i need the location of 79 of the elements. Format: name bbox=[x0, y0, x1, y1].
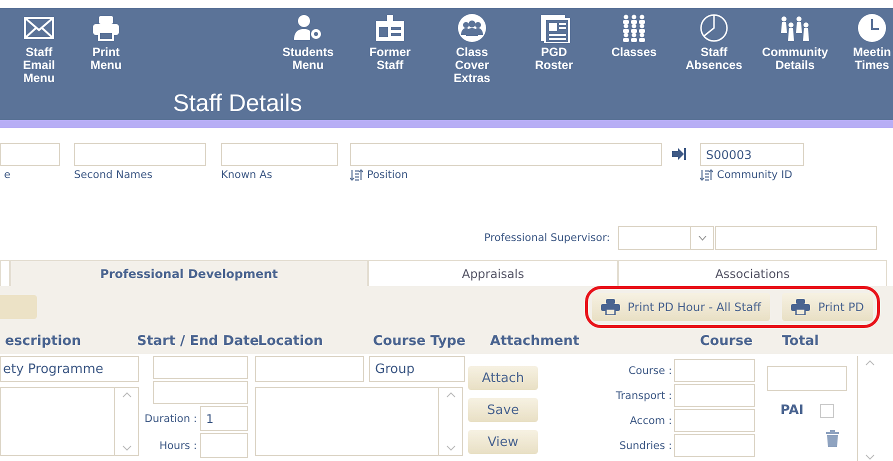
action-button[interactable]: Attach bbox=[468, 366, 538, 390]
date-field[interactable] bbox=[153, 356, 248, 379]
text-field[interactable]: S00003 bbox=[700, 143, 804, 166]
group-icon bbox=[455, 13, 489, 43]
text-field[interactable] bbox=[0, 143, 60, 166]
toolbar-button[interactable] bbox=[0, 295, 37, 319]
description-field[interactable]: ety Programme bbox=[0, 356, 139, 382]
course-type-field[interactable]: Group bbox=[369, 356, 465, 382]
nav-item[interactable]: Class Cover Extras bbox=[441, 8, 503, 85]
scroll-down-icon[interactable] bbox=[446, 445, 456, 451]
caret-icon bbox=[698, 236, 706, 240]
column-header: Course bbox=[699, 333, 754, 349]
cost-field[interactable] bbox=[674, 384, 755, 407]
nav-item[interactable]: Former Staff bbox=[359, 8, 421, 85]
nav-item[interactable]: Students Menu bbox=[277, 8, 339, 85]
page-title: Staff Details bbox=[173, 90, 302, 118]
field-label: Second Names bbox=[74, 169, 152, 181]
column-header: Course Type bbox=[373, 333, 467, 349]
field-label: e bbox=[4, 169, 10, 181]
cost-field[interactable] bbox=[674, 359, 755, 382]
nav-item[interactable]: Classes bbox=[603, 8, 665, 85]
printer-icon bbox=[791, 299, 810, 315]
scroll-up-icon[interactable] bbox=[446, 392, 456, 398]
text-field[interactable] bbox=[715, 226, 877, 250]
scroll-up-icon[interactable] bbox=[122, 392, 132, 398]
column-header: Location bbox=[258, 333, 324, 349]
field-label: Known As bbox=[221, 169, 272, 181]
field-label: Course : bbox=[627, 364, 672, 376]
field-label: Community ID bbox=[717, 169, 792, 181]
arrow-right-icon[interactable] bbox=[672, 148, 686, 160]
field-label: Sundries : bbox=[618, 440, 672, 452]
text-field[interactable] bbox=[74, 143, 206, 166]
scroll-down-icon[interactable] bbox=[122, 445, 132, 451]
total-field[interactable] bbox=[767, 366, 847, 391]
nav-item[interactable]: Staff Absences bbox=[683, 8, 745, 85]
text-field[interactable] bbox=[221, 143, 338, 166]
text-area[interactable] bbox=[0, 387, 139, 456]
date-field[interactable] bbox=[153, 381, 248, 404]
field-label: Position bbox=[367, 169, 408, 181]
field-label: Hours : bbox=[159, 440, 197, 452]
tab[interactable]: Professional Development bbox=[10, 260, 368, 286]
text-field[interactable] bbox=[350, 143, 662, 166]
cost-field[interactable] bbox=[674, 409, 755, 432]
tab[interactable]: Associations bbox=[618, 260, 887, 286]
printer-icon bbox=[600, 299, 620, 315]
scroll-down-icon[interactable] bbox=[865, 454, 875, 460]
column-header: escription bbox=[4, 333, 82, 349]
scroll-up-icon[interactable] bbox=[865, 360, 875, 366]
sort-icon[interactable] bbox=[350, 169, 363, 181]
nav-item[interactable]: Print Menu bbox=[75, 8, 137, 85]
clock-icon bbox=[855, 13, 889, 43]
nav-item[interactable]: Staff Email Menu bbox=[8, 8, 70, 85]
tab[interactable] bbox=[0, 260, 10, 286]
trash-icon[interactable] bbox=[826, 430, 838, 447]
nav-item[interactable]: Meetin Times bbox=[841, 8, 893, 85]
column-header: Attachment bbox=[490, 333, 580, 349]
badge-icon bbox=[373, 13, 407, 43]
dropdown[interactable] bbox=[618, 226, 714, 250]
location-field[interactable] bbox=[255, 356, 364, 382]
tab[interactable]: Appraisals bbox=[368, 260, 618, 286]
field-label: Professional Supervisor: bbox=[484, 232, 610, 244]
nav-item[interactable]: PGD Roster bbox=[523, 8, 585, 85]
pai-label: PAI bbox=[780, 403, 804, 418]
hours-field[interactable] bbox=[200, 433, 248, 458]
column-header: Start / End Date bbox=[137, 333, 258, 349]
action-button[interactable]: Save bbox=[468, 398, 538, 422]
cost-field[interactable] bbox=[674, 434, 755, 457]
pai-checkbox[interactable] bbox=[820, 404, 834, 418]
action-button[interactable]: View bbox=[468, 430, 538, 454]
duration-field[interactable]: 1 bbox=[200, 406, 248, 431]
column-header: Total bbox=[781, 333, 820, 349]
field-label: Transport : bbox=[614, 390, 672, 402]
sort-icon[interactable] bbox=[700, 169, 713, 181]
print-button[interactable]: Print PD Hour - All Staff bbox=[592, 293, 770, 321]
print-button[interactable]: Print PD bbox=[782, 293, 873, 321]
field-label: Accom : bbox=[628, 414, 672, 426]
field-label: Duration : bbox=[144, 412, 197, 424]
nav-item[interactable]: Community Details bbox=[757, 8, 833, 85]
text-area[interactable] bbox=[255, 387, 463, 456]
